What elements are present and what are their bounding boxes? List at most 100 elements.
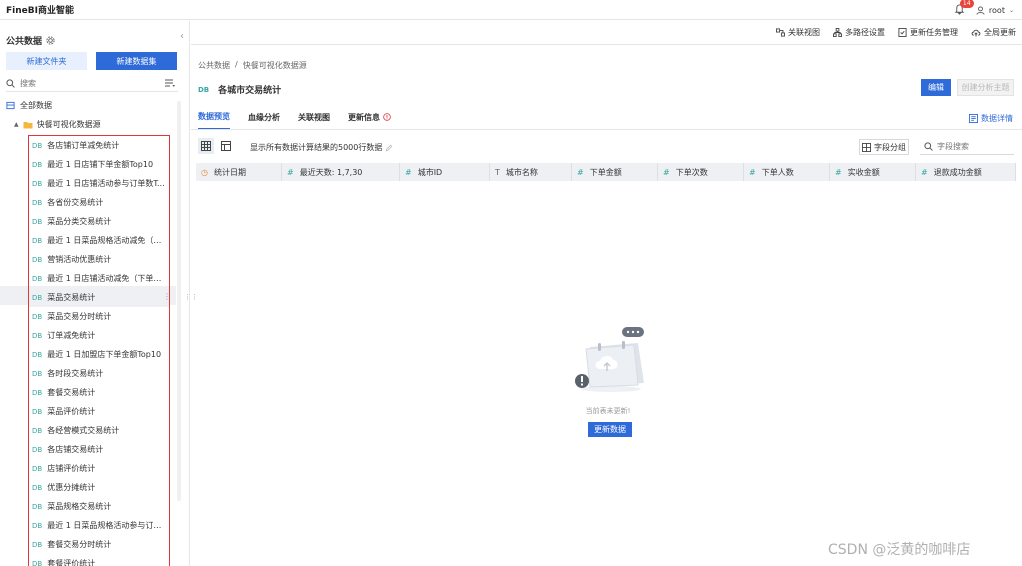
list-item[interactable]: DB 套餐交易统计 [29,383,169,402]
refresh-data-button[interactable]: 更新数据 [588,422,632,437]
database-icon [6,101,15,110]
list-item[interactable]: DB 各店铺订单减免统计 [29,136,169,155]
column-header-label: 城市名称 [505,167,538,177]
gear-icon[interactable] [46,36,55,45]
table-header: ◷ 统计日期 # 最近天数: 1,7,30 # 城市ID T 城市名称 # 下单金额 # 下单次数 # 下… [196,163,1016,181]
list-item-label: 各店铺交易统计 [47,445,104,454]
list-item[interactable]: DB 优惠分摊统计 [29,478,169,497]
global-update-button[interactable]: 全局更新 [971,27,1016,38]
data-detail-link[interactable]: 数据详情 [969,113,1013,124]
tree-folder[interactable]: ▲ 快餐可视化数据源 [14,119,101,130]
sidebar-title: 公共数据 [6,34,55,47]
list-item[interactable]: DB 菜品交易统计 [29,288,169,307]
list-item-label: 最近 1 日加盟店下单金额Top10 [47,350,162,359]
sidebar-title-text: 公共数据 [6,37,43,47]
list-item[interactable]: DB 菜品分类交易统计 [29,212,169,231]
sidebar-scrollbar[interactable] [177,101,181,501]
db-tag: DB [32,312,43,321]
edit-button[interactable]: 编辑 [921,79,951,96]
relation-view-button[interactable]: 关联视图 [776,27,820,38]
breadcrumb: 公共数据 / 快餐可视化数据源 [198,60,307,71]
field-search-input[interactable] [937,142,1007,151]
list-item[interactable]: DB 各店铺交易统计 [29,440,169,459]
more-options-icon[interactable]: ⋮ [163,292,171,301]
column-header[interactable]: # 下单金额 [572,163,658,181]
top-bar: FineBI商业智能 14 root ⌄ [0,0,1022,20]
tab-data-preview[interactable]: 数据预览 [198,110,230,130]
sidebar-search [6,76,178,92]
list-item[interactable]: DB 最近 1 日店铺活动参与订单数Top10 [29,174,169,193]
new-folder-button[interactable]: 新建文件夹 [6,52,87,70]
list-item[interactable]: DB 套餐评价统计 [29,554,169,566]
tree-root-label: 全部数据 [20,101,52,110]
edit-pencil-icon[interactable] [385,144,393,152]
field-group-icon [862,142,871,152]
list-item[interactable]: DB 菜品规格交易统计 [29,497,169,516]
list-item[interactable]: DB 最近 1 日菜品规格活动参与订单数T... [29,516,169,535]
breadcrumb-current[interactable]: 快餐可视化数据源 [243,60,307,71]
column-header[interactable]: ◷ 统计日期 [196,163,282,181]
create-analysis-button[interactable]: 创建分析主题 [957,79,1014,96]
list-item[interactable]: DB 最近 1 日店铺活动减免（下单）金... [29,269,169,288]
list-item-label: 套餐交易分时统计 [47,540,112,549]
list-item[interactable]: DB 套餐交易分时统计 [29,535,169,554]
list-item-label: 套餐评价统计 [47,559,96,566]
list-item[interactable]: DB 各经营模式交易统计 [29,421,169,440]
tab-update-info[interactable]: 更新信息 [348,110,391,130]
list-item[interactable]: DB 各时段交易统计 [29,364,169,383]
column-header[interactable]: # 城市ID [400,163,490,181]
dataset-list: DB 各店铺订单减免统计 DB 最近 1 日店铺下单金额Top10 DB 最近 1 日店铺… [28,135,170,566]
column-header-label: 最近天数: 1,7,30 [299,167,363,177]
column-header[interactable]: # 下单次数 [658,163,744,181]
list-item[interactable]: DB 店铺评价统计 [29,459,169,478]
sidebar-search-input[interactable] [20,79,150,88]
user-name: root [988,5,1005,15]
db-tag: DB [32,559,43,566]
user-icon [976,5,985,15]
list-item[interactable]: DB 营销活动优惠统计 [29,250,169,269]
column-header[interactable]: # 退款成功金额 [916,163,1016,181]
db-tag: DB [32,369,43,378]
db-tag: DB [32,407,43,416]
filter-icon[interactable] [164,78,176,88]
tab-bar: 数据预览 血缘分析 关联视图 更新信息 [198,110,409,130]
column-header[interactable]: T 城市名称 [490,163,572,181]
tab-lineage[interactable]: 血缘分析 [248,110,280,130]
user-menu[interactable]: root ⌄ [976,6,1014,15]
breadcrumb-root[interactable]: 公共数据 [198,60,230,71]
column-header[interactable]: # 实收金额 [830,163,916,181]
update-task-button[interactable]: 更新任务管理 [898,27,958,38]
notification-bell-icon[interactable]: 14 [954,0,974,16]
list-item-label: 店铺评价统计 [47,464,96,473]
multi-path-button[interactable]: 多路径设置 [833,27,885,38]
search-icon [924,142,933,151]
list-item[interactable]: DB 菜品交易分时统计 [29,307,169,326]
field-group-button[interactable]: 字段分组 [859,139,909,155]
resize-handle-icon[interactable]: ⋮⋮ [184,293,198,301]
list-item[interactable]: DB 最近 1 日店铺下单金额Top10 [29,155,169,174]
db-tag: DB [32,483,43,492]
tree-root-all-data[interactable]: 全部数据 [6,100,52,111]
table-view-icon[interactable] [218,138,234,154]
list-item-label: 最近 1 日菜品规格活动减免（下单... [47,236,169,245]
list-item[interactable]: DB 菜品评价统计 [29,402,169,421]
chevron-down-icon: ⌄ [1008,6,1014,14]
list-item[interactable]: DB 各省份交易统计 [29,193,169,212]
number-type-icon: # [749,167,756,177]
column-header[interactable]: # 下单人数 [744,163,830,181]
column-header[interactable]: # 最近天数: 1,7,30 [282,163,400,181]
list-item[interactable]: DB 订单减免统计 [29,326,169,345]
empty-state-illustration [572,325,650,393]
db-tag: DB [32,160,43,169]
new-dataset-button[interactable]: 新建数据集 [96,52,177,70]
cloud-upload-icon [971,29,981,37]
list-item[interactable]: DB 最近 1 日加盟店下单金额Top10 [29,345,169,364]
grid-view-icon[interactable] [198,138,214,154]
collapse-sidebar-icon[interactable]: ‹ [180,31,184,42]
list-item[interactable]: DB 最近 1 日菜品规格活动减免（下单... [29,231,169,250]
tabs-divider [191,129,1022,130]
tab-relation-view[interactable]: 关联视图 [298,110,330,130]
db-tag: DB [32,388,43,397]
list-item-label: 订单减免统计 [47,331,96,340]
list-item-label: 菜品分类交易统计 [47,217,112,226]
